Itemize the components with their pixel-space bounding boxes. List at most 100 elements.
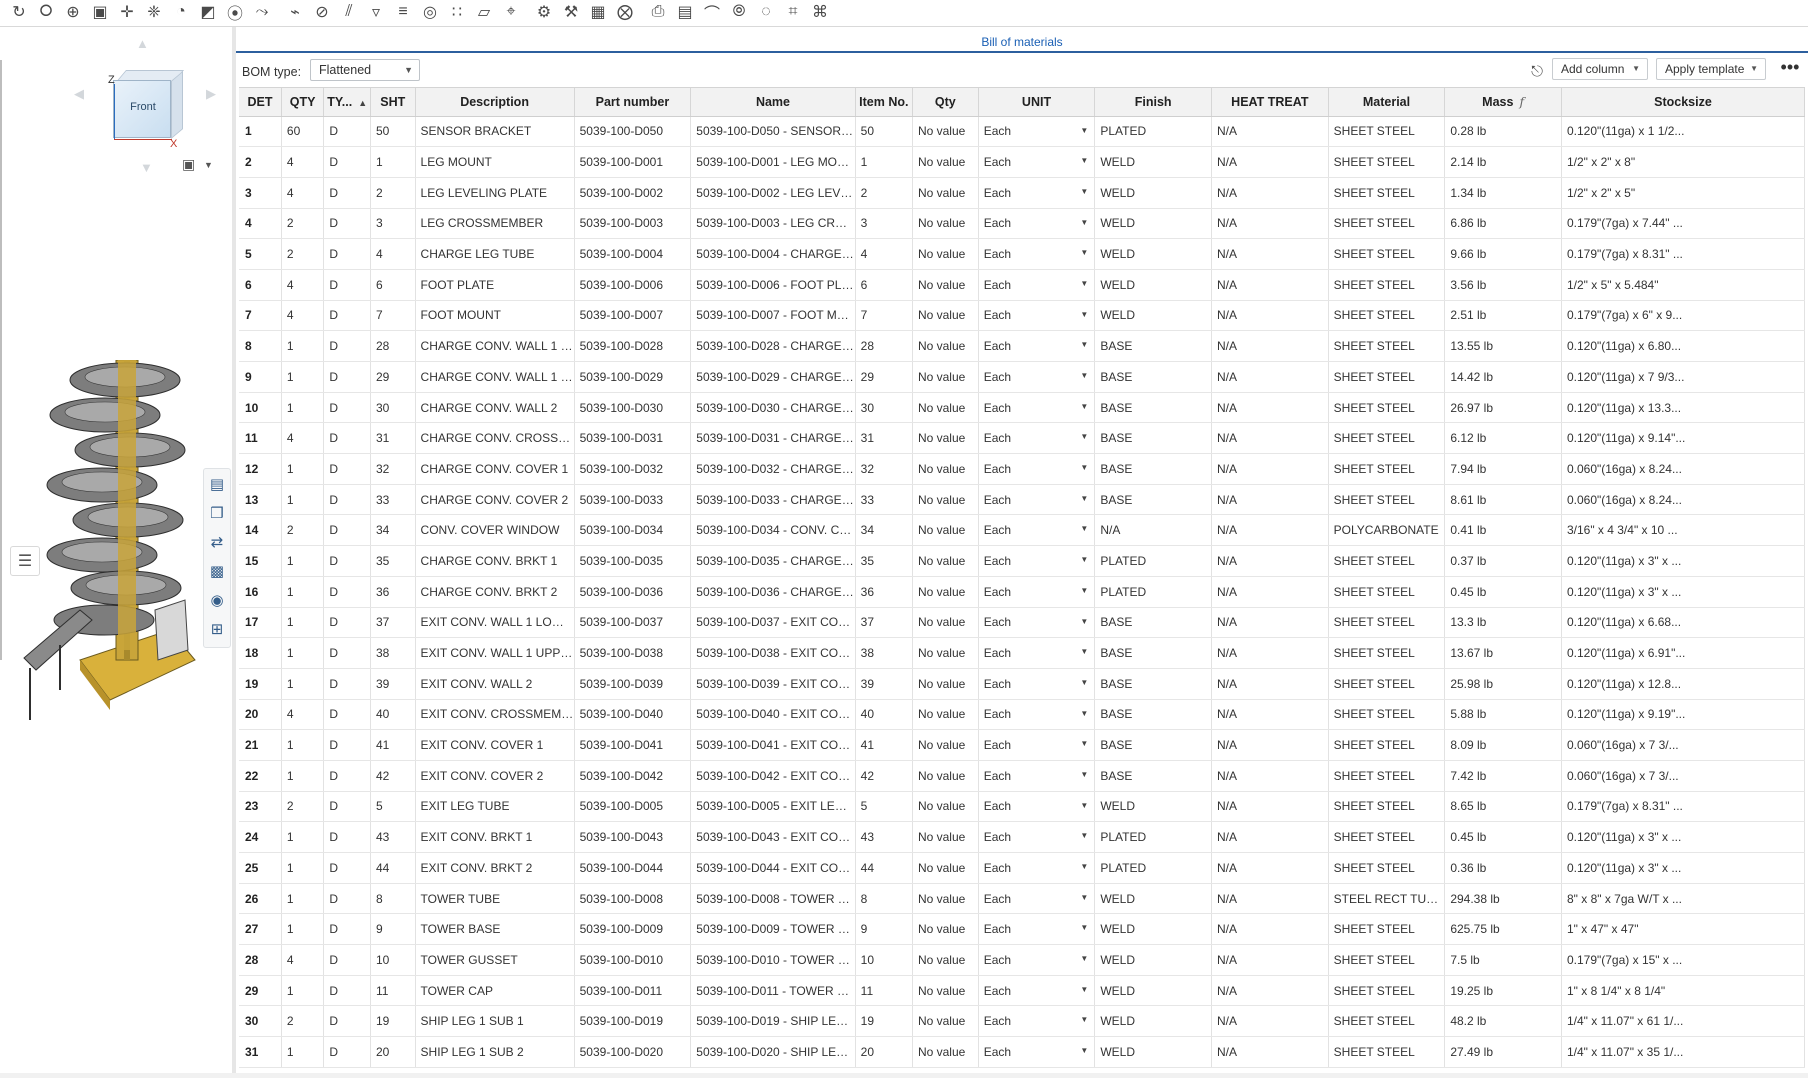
column-header-heat-treat-11[interactable]: HEAT TREAT xyxy=(1211,88,1329,117)
table-cell[interactable]: SHEET STEEL xyxy=(1328,913,1446,946)
transform-icon[interactable]: ❈ xyxy=(141,1,167,23)
formula-icon[interactable]: f xyxy=(1519,94,1524,109)
table-cell[interactable]: SHEET STEEL xyxy=(1328,238,1446,270)
table-cell[interactable]: 20 xyxy=(239,699,282,731)
table-cell[interactable]: N/A xyxy=(1211,453,1329,485)
helix-icon[interactable]: ⦾ xyxy=(726,1,752,23)
sweep-icon[interactable]: ⤳ xyxy=(249,1,275,23)
hole-icon[interactable]: ◎ xyxy=(417,1,443,23)
unit-select[interactable]: Each ▼ xyxy=(978,484,1096,516)
table-cell[interactable]: N/A xyxy=(1211,699,1329,731)
table-cell[interactable]: 13.55 lb xyxy=(1444,330,1562,362)
table-cell[interactable]: No value xyxy=(912,269,979,301)
table-cell[interactable]: 36 xyxy=(855,576,913,608)
table-cell[interactable]: 2 xyxy=(281,238,325,270)
horizontal-scrollbar[interactable] xyxy=(0,1073,1808,1078)
table-cell[interactable]: 11 xyxy=(855,975,913,1007)
table-cell[interactable]: 21 xyxy=(239,729,282,761)
table-cell[interactable]: No value xyxy=(912,913,979,946)
table-cell[interactable]: WELD xyxy=(1094,913,1212,946)
table-cell[interactable]: EXIT CONV. BRKT 2 xyxy=(415,852,575,884)
table-cell[interactable]: No value xyxy=(912,791,979,823)
table-cell[interactable]: 5039-100-D030 xyxy=(574,392,692,424)
table-cell[interactable]: 1 xyxy=(239,116,282,148)
table-cell[interactable]: N/A xyxy=(1211,760,1329,792)
table-cell[interactable]: 6.86 lb xyxy=(1444,208,1562,240)
table-cell[interactable]: D xyxy=(323,300,371,332)
table-cell[interactable]: 625.75 lb xyxy=(1444,913,1562,946)
chamfer-icon[interactable]: ◩ xyxy=(195,1,221,23)
table-cell[interactable]: 5039-100-D034 - CONV. COV... xyxy=(690,514,856,547)
table-cell[interactable]: 5039-100-D044 xyxy=(574,852,692,884)
table-cell[interactable]: 28 xyxy=(370,330,416,362)
column-header-description-4[interactable]: Description xyxy=(415,88,575,117)
table-cell[interactable]: 25.98 lb xyxy=(1444,668,1562,700)
table-cell[interactable]: 5039-100-D011 xyxy=(574,975,692,1007)
table-cell[interactable]: 5039-100-D003 xyxy=(574,208,692,240)
table-row[interactable]: 4 2 D 3 LEG CROSSMEMBER 5039-100-D003 5039-100… xyxy=(239,208,1805,240)
table-cell[interactable]: 4 xyxy=(281,699,325,731)
table-cell[interactable]: 29 xyxy=(239,975,282,1007)
table-cell[interactable]: 5039-100-D009 xyxy=(574,913,692,946)
unit-select[interactable]: Each ▼ xyxy=(978,883,1096,915)
table-cell[interactable]: 9 xyxy=(370,913,416,946)
table-cell[interactable]: 41 xyxy=(855,729,913,761)
column-header-part-number-5[interactable]: Part number xyxy=(574,88,692,117)
table-cell[interactable]: CHARGE CONV. WALL 2 xyxy=(415,392,575,424)
table-cell[interactable]: EXIT CONV. BRKT 1 xyxy=(415,821,575,853)
table-cell[interactable]: 2 xyxy=(281,1005,325,1038)
table-cell[interactable]: D xyxy=(323,975,371,1007)
table-cell[interactable]: 19.25 lb xyxy=(1444,975,1562,1007)
table-cell[interactable]: 1 xyxy=(370,146,416,178)
table-cell[interactable]: TOWER GUSSET xyxy=(415,944,575,976)
column-header-finish-10[interactable]: Finish xyxy=(1094,88,1212,117)
appearance-icon[interactable]: ▩ xyxy=(204,556,230,585)
table-cell[interactable]: EXIT LEG TUBE xyxy=(415,791,575,823)
unit-select[interactable]: Each ▼ xyxy=(978,361,1096,393)
table-cell[interactable]: BASE xyxy=(1094,453,1212,485)
unit-select[interactable]: Each ▼ xyxy=(978,637,1096,669)
table-cell[interactable]: SHEET STEEL xyxy=(1328,208,1446,240)
table-cell[interactable]: N/A xyxy=(1211,177,1329,209)
table-cell[interactable]: 8 xyxy=(855,883,913,915)
table-cell[interactable]: 5039-100-D036 xyxy=(574,576,692,608)
table-cell[interactable]: 10 xyxy=(239,392,282,424)
table-cell[interactable]: 5039-100-D002 - LEG LEVELI... xyxy=(690,177,856,209)
table-row[interactable]: 19 1 D 39 EXIT CONV. WALL 2 5039-100-D039 5039… xyxy=(239,668,1805,700)
mirror-icon[interactable]: ⦿ xyxy=(222,1,248,23)
table-cell[interactable]: 5039-100-D035 - CHARGE C... xyxy=(690,545,856,577)
table-cell[interactable]: 32 xyxy=(855,453,913,485)
unit-select[interactable]: Each ▼ xyxy=(978,269,1096,301)
table-cell[interactable]: 0.060"(16ga) x 7 3/... xyxy=(1561,729,1805,761)
table-cell[interactable]: 0.120"(11ga) x 1 1/2... xyxy=(1561,116,1805,148)
table-cell[interactable]: 24 xyxy=(239,821,282,853)
table-cell[interactable]: No value xyxy=(912,484,979,516)
table-cell[interactable]: 0.120"(11ga) x 6.68... xyxy=(1561,607,1805,639)
table-cell[interactable]: 5039-100-D035 xyxy=(574,545,692,577)
table-cell[interactable]: WELD xyxy=(1094,300,1212,332)
table-cell[interactable]: 5039-100-D031 xyxy=(574,422,692,455)
table-cell[interactable]: SHEET STEEL xyxy=(1328,269,1446,301)
table-row[interactable]: 11 4 D 31 CHARGE CONV. CROSSME... 5039-100-D0… xyxy=(239,422,1805,455)
table-cell[interactable]: 8.09 lb xyxy=(1444,729,1562,761)
table-cell[interactable]: D xyxy=(323,545,371,577)
table-cell[interactable]: 2 xyxy=(370,177,416,209)
table-cell[interactable]: PLATED xyxy=(1094,576,1212,608)
unit-select[interactable]: Each ▼ xyxy=(978,146,1096,178)
spiral-conveyor-model[interactable] xyxy=(20,360,200,735)
table-cell[interactable]: 5039-100-D004 - CHARGE L... xyxy=(690,238,856,270)
table-cell[interactable]: WELD xyxy=(1094,269,1212,301)
table-cell[interactable]: D xyxy=(323,514,371,547)
table-cell[interactable]: No value xyxy=(912,208,979,240)
table-cell[interactable]: 0.060"(16ga) x 7 3/... xyxy=(1561,760,1805,792)
table-cell[interactable]: 1 xyxy=(281,852,325,884)
table-cell[interactable]: LEG CROSSMEMBER xyxy=(415,208,575,240)
table-cell[interactable]: No value xyxy=(912,729,979,761)
table-cell[interactable]: 50 xyxy=(370,116,416,148)
table-cell[interactable]: 1 xyxy=(281,668,325,700)
table-cell[interactable]: 8 xyxy=(370,883,416,915)
table-cell[interactable]: 7.94 lb xyxy=(1444,453,1562,485)
table-cell[interactable]: CHARGE CONV. COVER 2 xyxy=(415,484,575,516)
table-cell[interactable]: SHEET STEEL xyxy=(1328,852,1446,884)
table-cell[interactable]: 6.12 lb xyxy=(1444,422,1562,455)
